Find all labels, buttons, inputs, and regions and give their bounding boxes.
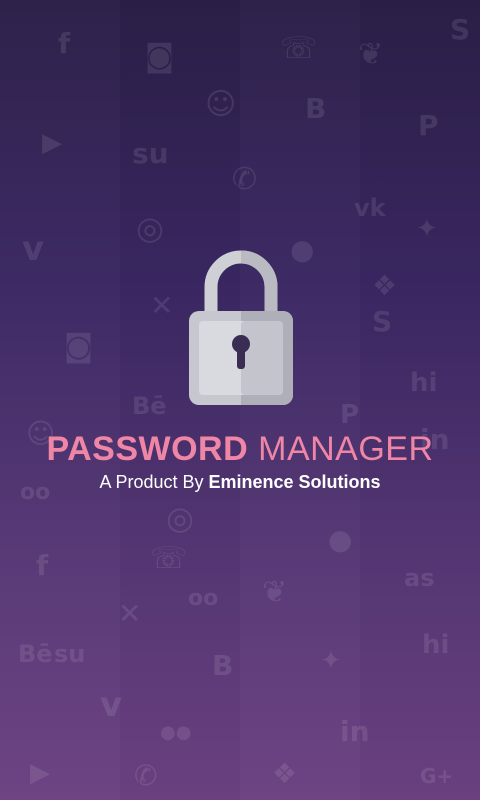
blogger-icon: B bbox=[212, 649, 234, 682]
phone-icon: ✆ bbox=[232, 162, 258, 197]
vimeo-icon: v bbox=[100, 685, 123, 725]
app-title: PASSWORD MANAGER bbox=[0, 430, 480, 469]
tripadvisor-icon: oo bbox=[188, 586, 219, 611]
flickr-icon: ●● bbox=[160, 722, 192, 743]
xing-icon: ✕ bbox=[150, 289, 174, 322]
hi5-icon: hi bbox=[422, 630, 450, 660]
hi5-icon: hi bbox=[410, 368, 438, 398]
apple-icon: ● bbox=[290, 233, 315, 266]
dropbox-icon: ❖ bbox=[372, 269, 398, 302]
evernote-icon: ❦ bbox=[262, 575, 288, 610]
skype-icon: S bbox=[450, 13, 471, 46]
linkedin-icon: in bbox=[340, 715, 370, 748]
whatsapp-icon: ☏ bbox=[280, 31, 318, 66]
behance-icon: Bē bbox=[18, 640, 53, 668]
google-plus-icon: G+ bbox=[420, 764, 454, 788]
phone-icon: ✆ bbox=[134, 759, 158, 792]
blogger-icon: B bbox=[305, 92, 327, 125]
stumbleupon-icon: su bbox=[54, 640, 86, 668]
apple-icon: ● bbox=[328, 523, 353, 556]
facebook-icon: f bbox=[36, 549, 49, 582]
behance-icon: Bē bbox=[132, 392, 167, 420]
vk-icon: vk bbox=[354, 194, 386, 222]
subtitle-prefix: A Product By bbox=[99, 472, 204, 492]
facebook-icon: f bbox=[58, 27, 71, 60]
dribbble-icon: ◎ bbox=[166, 499, 194, 537]
pinterest-icon: P bbox=[418, 109, 439, 142]
splash-screen: f ◙ ☏ ❦ S ☺ B P ▶ su ✆ vk ✦ ◎ ● v ✕ ❖ S … bbox=[0, 0, 480, 800]
dribbble-icon: ◎ bbox=[136, 209, 164, 247]
snapchat-icon: ☺ bbox=[205, 87, 237, 122]
skype-icon: S bbox=[372, 305, 393, 338]
vimeo-icon: v bbox=[22, 229, 45, 269]
padlock-icon bbox=[189, 250, 293, 405]
twitter-icon: ✦ bbox=[416, 214, 438, 244]
twitter-icon: ✦ bbox=[320, 646, 342, 676]
youtube-icon: ▶ bbox=[42, 128, 62, 158]
dropbox-icon: ❖ bbox=[272, 757, 298, 790]
app-title-bold: PASSWORD bbox=[46, 430, 249, 468]
lastfm-icon: as bbox=[404, 564, 435, 592]
company-name: Eminence Solutions bbox=[208, 472, 381, 492]
whatsapp-icon: ☏ bbox=[150, 541, 188, 576]
xing-icon: ✕ bbox=[118, 597, 142, 630]
app-subtitle: A Product By Eminence Solutions bbox=[0, 472, 480, 493]
instagram-icon: ◙ bbox=[64, 329, 94, 364]
stumbleupon-icon: su bbox=[132, 137, 169, 170]
evernote-icon: ❦ bbox=[358, 37, 384, 72]
app-title-regular: MANAGER bbox=[258, 430, 434, 468]
youtube-icon: ▶ bbox=[30, 758, 50, 788]
instagram-icon: ◙ bbox=[145, 39, 175, 74]
pinterest-icon: P bbox=[340, 400, 360, 430]
